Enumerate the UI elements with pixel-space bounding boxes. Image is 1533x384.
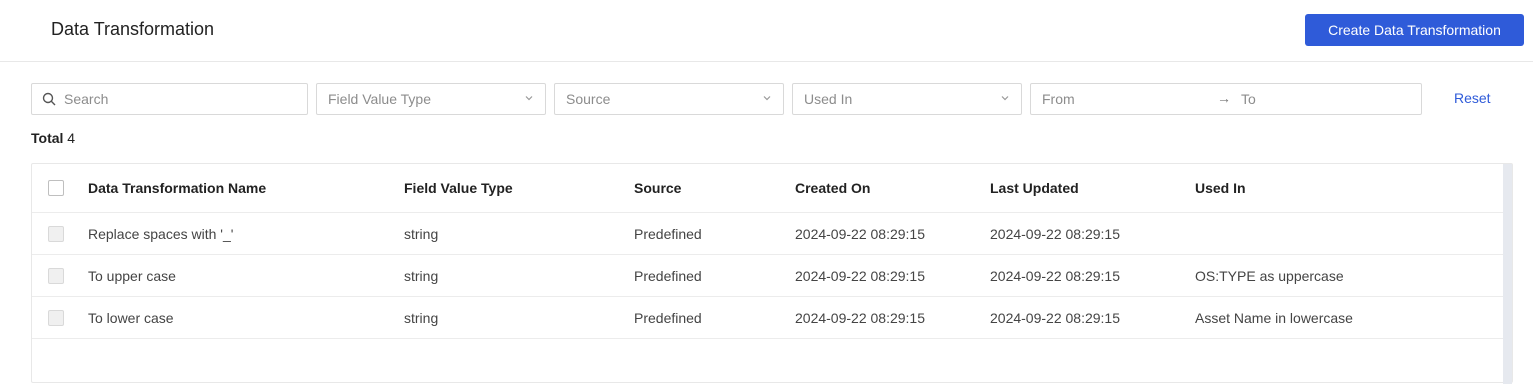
source-select[interactable]: Source bbox=[554, 83, 784, 115]
cell-field-value-type: string bbox=[404, 225, 439, 242]
search-box[interactable] bbox=[31, 83, 308, 115]
column-header: Field Value Type bbox=[404, 180, 513, 196]
column-header: Created On bbox=[795, 180, 871, 196]
row-checkbox bbox=[48, 267, 64, 284]
create-data-transformation-button[interactable]: Create Data Transformation bbox=[1305, 14, 1524, 46]
cell-created-on: 2024-09-22 08:29:15 bbox=[795, 225, 925, 242]
source-placeholder: Source bbox=[566, 91, 611, 107]
row-checkbox bbox=[48, 225, 64, 242]
table-header-row: Data Transformation Name Field Value Typ… bbox=[32, 164, 1504, 213]
cell-field-value-type: string bbox=[404, 267, 439, 284]
cell-last-updated: 2024-09-22 08:29:15 bbox=[990, 267, 1120, 284]
chevron-down-icon bbox=[763, 96, 771, 101]
table-row[interactable]: To lower case string Predefined 2024-09-… bbox=[32, 297, 1504, 339]
select-all-checkbox[interactable] bbox=[48, 180, 64, 196]
date-from-placeholder[interactable]: From bbox=[1042, 91, 1075, 107]
table-row[interactable]: Replace spaces with '_' string Predefine… bbox=[32, 213, 1504, 255]
page-title: Data Transformation bbox=[51, 19, 215, 39]
table-row[interactable]: To upper case string Predefined 2024-09-… bbox=[32, 255, 1504, 297]
cell-created-on: 2024-09-22 08:29:15 bbox=[795, 309, 925, 326]
used-in-select[interactable]: Used In bbox=[792, 83, 1022, 115]
reset-link[interactable]: Reset bbox=[1454, 90, 1491, 106]
column-header: Source bbox=[634, 180, 682, 196]
cell-last-updated: 2024-09-22 08:29:15 bbox=[990, 225, 1120, 242]
search-icon bbox=[42, 92, 56, 106]
cell-created-on: 2024-09-22 08:29:15 bbox=[795, 267, 925, 284]
total-label: Total bbox=[31, 130, 64, 146]
cell-source: Predefined bbox=[634, 309, 702, 326]
field-value-type-placeholder: Field Value Type bbox=[328, 91, 431, 107]
date-to-placeholder[interactable]: To bbox=[1241, 91, 1256, 107]
cell-source: Predefined bbox=[634, 267, 702, 284]
column-header: Used In bbox=[1195, 180, 1246, 196]
search-input[interactable] bbox=[64, 91, 294, 107]
row-checkbox bbox=[48, 309, 64, 326]
total-value: 4 bbox=[67, 130, 76, 146]
date-range-picker[interactable]: From → To bbox=[1030, 83, 1422, 115]
field-value-type-select[interactable]: Field Value Type bbox=[316, 83, 546, 115]
page-header: Data Transformation Create Data Transfor… bbox=[0, 0, 1533, 62]
cell-used-in: Asset Name in lowercase bbox=[1195, 309, 1353, 326]
vertical-scrollbar[interactable] bbox=[1503, 164, 1512, 384]
column-header: Last Updated bbox=[990, 180, 1079, 196]
column-header: Data Transformation Name bbox=[88, 180, 267, 196]
arrow-right-icon: → bbox=[1217, 90, 1231, 106]
data-table: Data Transformation Name Field Value Typ… bbox=[31, 163, 1513, 384]
used-in-placeholder: Used In bbox=[804, 91, 853, 107]
cell-name: Replace spaces with '_' bbox=[88, 225, 234, 242]
cell-field-value-type: string bbox=[404, 309, 439, 326]
chevron-down-icon bbox=[1001, 96, 1009, 101]
cell-name: To upper case bbox=[88, 267, 176, 284]
cell-last-updated: 2024-09-22 08:29:15 bbox=[990, 309, 1120, 326]
chevron-down-icon bbox=[525, 96, 533, 101]
cell-name: To lower case bbox=[88, 309, 174, 326]
cell-source: Predefined bbox=[634, 225, 702, 242]
total-count: Total 4 bbox=[31, 130, 75, 146]
cell-used-in: OS:TYPE as uppercase bbox=[1195, 267, 1344, 284]
